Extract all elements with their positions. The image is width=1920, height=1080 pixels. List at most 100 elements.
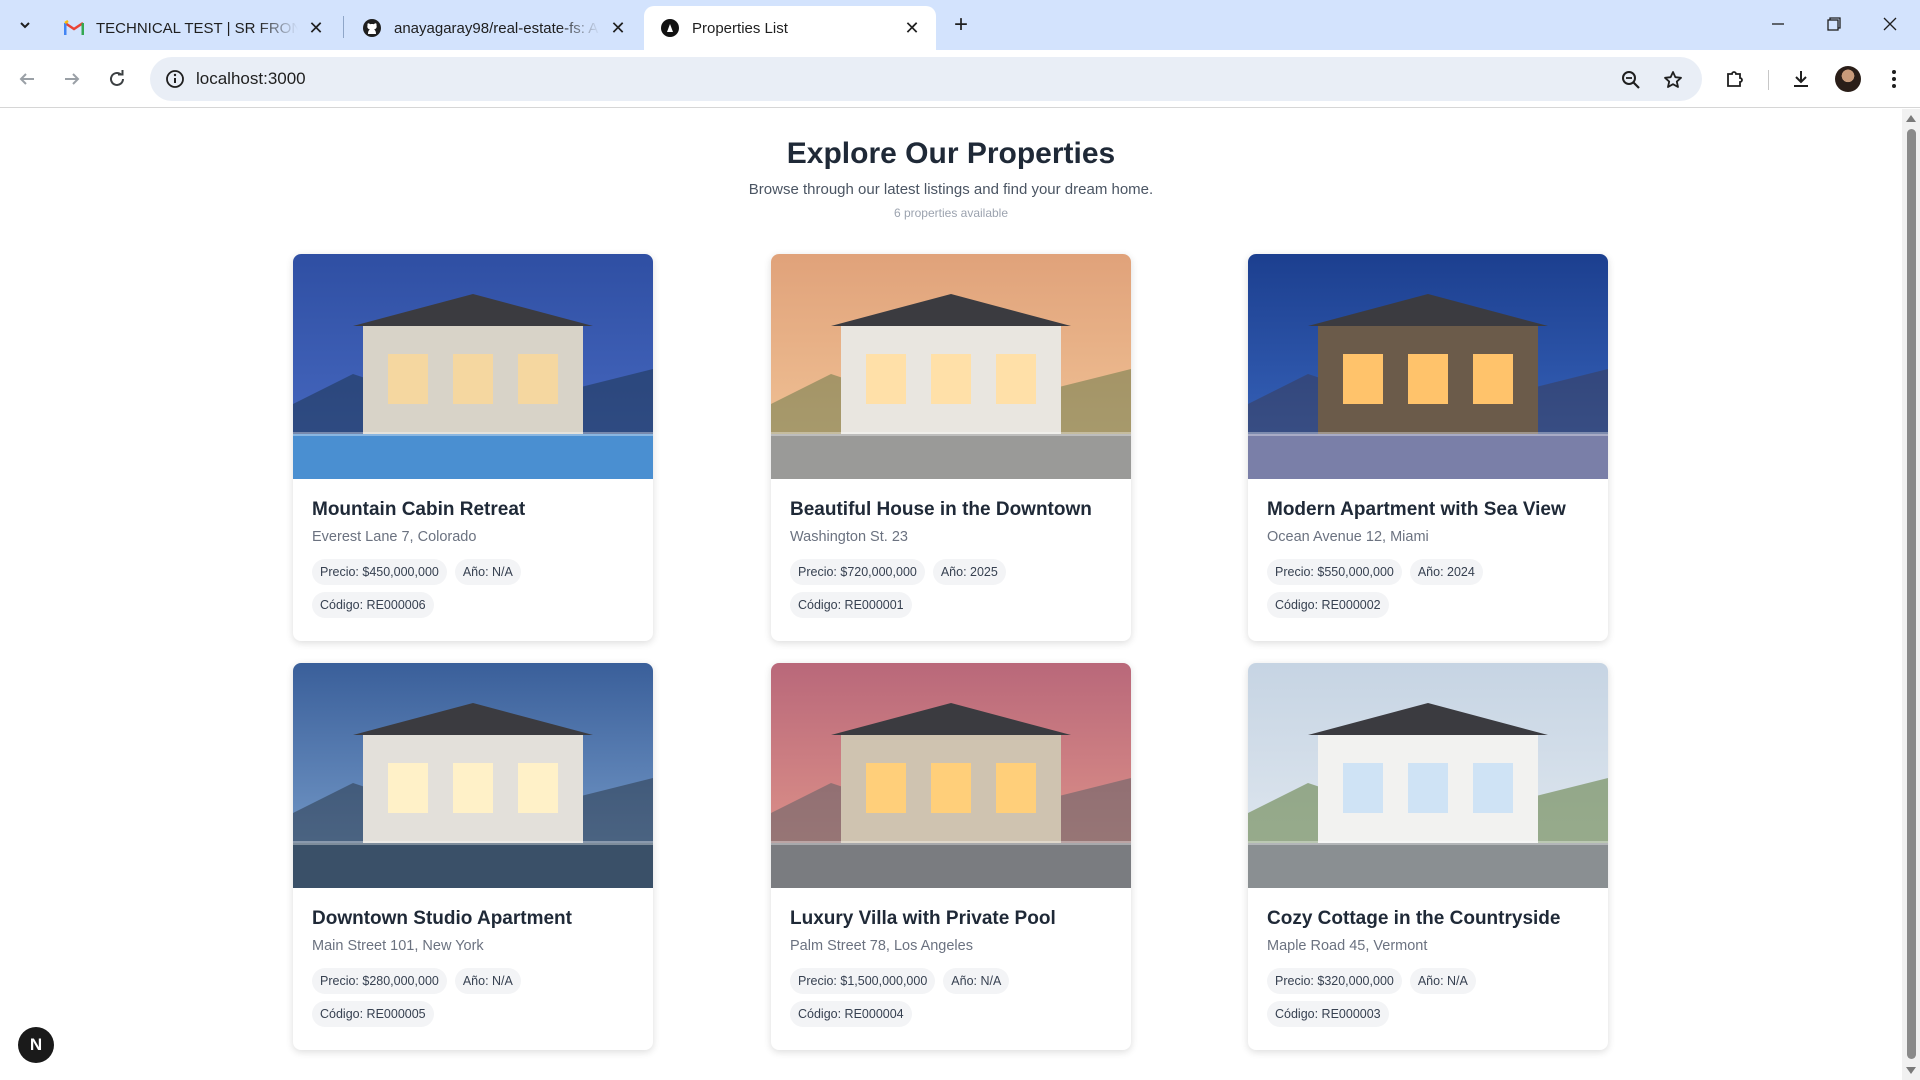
close-icon[interactable]: ✕ <box>608 18 628 38</box>
reload-icon <box>110 70 124 86</box>
nextjs-dev-badge[interactable]: N <box>18 1027 54 1063</box>
price-badge: Precio: $1,500,000,000 <box>790 968 936 994</box>
arrow-right-icon <box>65 73 80 85</box>
property-card[interactable]: Cozy Cottage in the Countryside Maple Ro… <box>1248 663 1608 1050</box>
property-address: Main Street 101, New York <box>312 938 484 954</box>
tab-title: TECHNICAL TEST | SR FRONTEN <box>96 19 298 37</box>
property-photo[interactable] <box>293 254 653 479</box>
close-icon[interactable]: ✕ <box>306 18 326 38</box>
tab-bar: TECHNICAL TEST | SR FRONTEN ✕ anayagaray… <box>0 0 1920 50</box>
page-subtitle: Browse through our latest listings and f… <box>748 181 1154 198</box>
forward-button[interactable] <box>55 62 89 96</box>
property-address: Ocean Avenue 12, Miami <box>1267 529 1429 545</box>
github-icon <box>362 18 382 38</box>
restore-icon <box>1827 17 1841 31</box>
price-badge: Precio: $450,000,000 <box>312 559 447 585</box>
minimize-icon <box>1772 23 1784 25</box>
profile-avatar[interactable] <box>1835 66 1861 92</box>
tab-properties-list[interactable]: Properties List ✕ <box>644 6 936 50</box>
property-photo[interactable] <box>1248 663 1608 888</box>
property-photo[interactable] <box>293 663 653 888</box>
scroll-thumb[interactable] <box>1907 129 1916 1059</box>
property-card[interactable]: Modern Apartment with Sea View Ocean Ave… <box>1248 254 1608 641</box>
property-photo[interactable] <box>771 663 1131 888</box>
close-icon[interactable]: ✕ <box>902 18 922 38</box>
property-details: Precio: $550,000,000 Año: 2024 Código: R… <box>1267 559 1597 618</box>
year-badge: Año: N/A <box>454 968 521 994</box>
price-badge: Precio: $720,000,000 <box>790 559 925 585</box>
property-title[interactable]: Beautiful House in the Downtown <box>790 499 1092 521</box>
hero-section: Explore Our Properties Browse through ou… <box>0 109 1902 221</box>
property-details: Precio: $720,000,000 Año: 2025 Código: R… <box>790 559 1120 618</box>
puzzle-icon <box>1727 71 1743 87</box>
plus-icon: + <box>953 11 968 38</box>
reload-button[interactable] <box>100 62 134 96</box>
property-details: Precio: $280,000,000 Año: N/A Código: RE… <box>312 968 642 1027</box>
more-vertical-icon <box>1892 70 1896 88</box>
property-title[interactable]: Luxury Villa with Private Pool <box>790 908 1056 930</box>
scroll-up-arrow[interactable] <box>1906 115 1916 122</box>
tab-search-button[interactable] <box>10 10 40 40</box>
property-title[interactable]: Downtown Studio Apartment <box>312 908 572 930</box>
property-card[interactable]: Mountain Cabin Retreat Everest Lane 7, C… <box>293 254 653 641</box>
chrome-menu-button[interactable] <box>1879 64 1909 94</box>
site-info-icon[interactable] <box>164 68 186 90</box>
property-card[interactable]: Beautiful House in the Downtown Washingt… <box>771 254 1131 641</box>
property-photo[interactable] <box>771 254 1131 479</box>
tab-gmail[interactable]: TECHNICAL TEST | SR FRONTEN ✕ <box>48 6 340 50</box>
restore-button[interactable] <box>1812 6 1856 42</box>
badge-letter: N <box>29 1035 43 1054</box>
code-badge: Código: RE000003 <box>1267 1001 1389 1027</box>
new-tab-button[interactable]: + <box>946 10 976 40</box>
page-scrollbar[interactable] <box>1902 109 1920 1080</box>
year-badge: Año: 2024 <box>1409 559 1483 585</box>
tab-title: Properties List <box>692 19 788 37</box>
year-badge: Año: N/A <box>943 968 1010 994</box>
minimize-button[interactable] <box>1756 6 1800 42</box>
back-button[interactable] <box>10 62 44 96</box>
property-details: Precio: $320,000,000 Año: N/A Código: RE… <box>1267 968 1597 1027</box>
property-address: Washington St. 23 <box>790 529 908 545</box>
gmail-icon <box>64 18 84 38</box>
tab-github[interactable]: anayagaray98/real-estate-fs: A ✕ <box>346 6 642 50</box>
page-viewport: Explore Our Properties Browse through ou… <box>0 109 1902 1080</box>
price-badge: Precio: $280,000,000 <box>312 968 447 994</box>
property-address: Palm Street 78, Los Angeles <box>790 938 973 954</box>
nextjs-icon <box>660 18 680 38</box>
year-badge: Año: N/A <box>1409 968 1476 994</box>
property-card[interactable]: Downtown Studio Apartment Main Street 10… <box>293 663 653 1050</box>
chevron-down-icon <box>20 22 30 29</box>
scroll-down-arrow[interactable] <box>1906 1067 1916 1074</box>
property-title[interactable]: Cozy Cottage in the Countryside <box>1267 908 1560 930</box>
tab-separator <box>343 16 344 38</box>
property-address: Everest Lane 7, Colorado <box>312 529 477 545</box>
code-badge: Código: RE000004 <box>790 1001 912 1027</box>
code-badge: Código: RE000005 <box>312 1001 434 1027</box>
property-address: Maple Road 45, Vermont <box>1267 938 1428 954</box>
download-icon <box>1794 71 1808 87</box>
close-icon <box>1883 17 1897 31</box>
tab-title: anayagaray98/real-estate-fs: A <box>394 19 599 37</box>
extensions-button[interactable] <box>1720 64 1750 94</box>
star-icon <box>1664 71 1682 88</box>
close-window-button[interactable] <box>1868 6 1912 42</box>
zoom-out-icon <box>1622 71 1640 89</box>
code-badge: Código: RE000006 <box>312 592 434 618</box>
property-details: Precio: $450,000,000 Año: N/A Código: RE… <box>312 559 642 618</box>
properties-count: 6 properties available <box>893 206 1009 220</box>
downloads-button[interactable] <box>1786 64 1816 94</box>
zoom-button[interactable] <box>1618 67 1644 93</box>
address-bar[interactable]: localhost:3000 <box>150 57 1702 101</box>
page-title: Explore Our Properties <box>786 137 1116 170</box>
toolbar-divider <box>1768 70 1769 90</box>
year-badge: Año: N/A <box>454 559 521 585</box>
url-text[interactable]: localhost:3000 <box>196 69 306 89</box>
property-card[interactable]: Luxury Villa with Private Pool Palm Stre… <box>771 663 1131 1050</box>
arrow-left-icon <box>19 73 34 85</box>
property-details: Precio: $1,500,000,000 Año: N/A Código: … <box>790 968 1120 1027</box>
price-badge: Precio: $550,000,000 <box>1267 559 1402 585</box>
property-title[interactable]: Modern Apartment with Sea View <box>1267 499 1566 521</box>
property-title[interactable]: Mountain Cabin Retreat <box>312 499 525 521</box>
property-photo[interactable] <box>1248 254 1608 479</box>
bookmark-button[interactable] <box>1660 67 1686 93</box>
